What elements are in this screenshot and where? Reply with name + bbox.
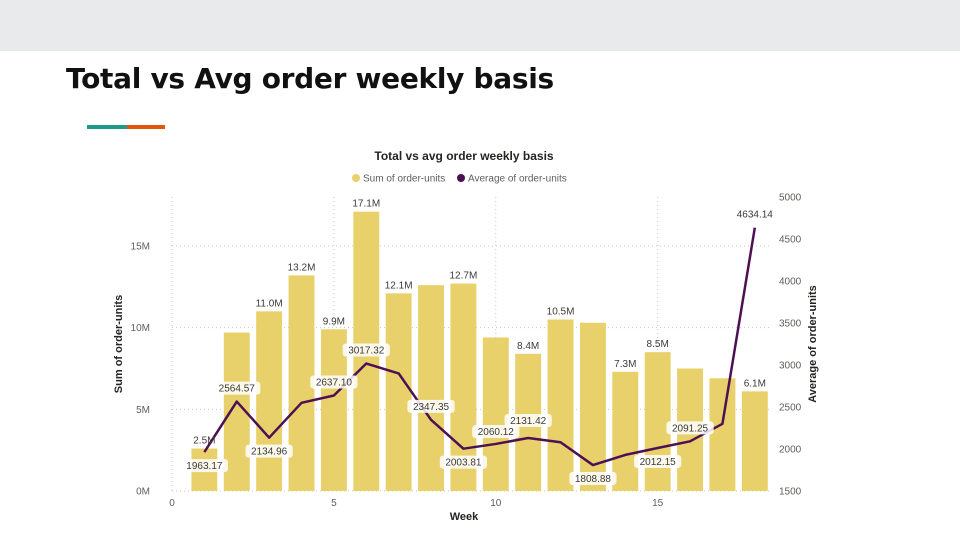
bar — [741, 391, 768, 491]
bar-data-label: 11.0M — [256, 298, 283, 309]
x-axis-title: Week — [450, 511, 479, 523]
legend-label-line: Average of order-units — [468, 174, 567, 185]
x-tick-label: 5 — [331, 498, 337, 509]
legend-swatch-line — [457, 174, 465, 182]
x-tick-label: 15 — [652, 498, 664, 509]
line-data-label: 2091.25 — [672, 423, 709, 434]
y2-tick-label: 3000 — [779, 361, 802, 372]
bar-data-label: 9.9M — [323, 316, 345, 327]
line-data-label: 1963.17 — [186, 461, 223, 472]
bar — [709, 378, 736, 491]
bar — [385, 293, 412, 491]
legend-swatch-bars — [352, 174, 360, 182]
bar-data-label: 6.1M — [744, 378, 766, 389]
line-data-label: 2012.15 — [640, 457, 677, 468]
line-data-label: 1808.88 — [575, 474, 612, 485]
line-data-label: 2564.57 — [219, 384, 256, 395]
bar-data-label: 13.2M — [288, 262, 316, 273]
y2-tick-label: 2000 — [779, 445, 802, 456]
y2-tick-label: 4500 — [779, 235, 802, 246]
y2-tick-label: 3500 — [779, 319, 802, 330]
x-tick-label: 10 — [490, 498, 502, 509]
bar-data-label: 12.1M — [385, 280, 413, 291]
y2-tick-label: 1500 — [779, 487, 802, 498]
bar-data-label: 10.5M — [547, 307, 575, 318]
line-data-label: 3017.32 — [348, 346, 385, 357]
bar-data-label: 7.3M — [614, 359, 636, 370]
bar — [644, 352, 671, 491]
y-tick-label: 5M — [136, 405, 150, 416]
y-axis-title: Sum of order-units — [113, 295, 125, 393]
legend-label-bars: Sum of order-units — [363, 174, 445, 185]
legend: Sum of order-units Average of order-unit… — [352, 174, 567, 185]
line-data-label: 2131.42 — [510, 416, 547, 427]
bar-data-label: 8.5M — [647, 339, 669, 350]
combo-chart: Total vs avg order weekly basis Sum of o… — [113, 149, 819, 523]
line-data-label: 2134.96 — [251, 447, 288, 458]
y2-tick-label: 2500 — [779, 403, 802, 414]
line-data-label: 4634.14 — [737, 210, 774, 221]
bar — [547, 319, 574, 491]
y-tick-label: 0M — [136, 487, 150, 498]
bar — [256, 311, 283, 491]
line-data-label: 2060.12 — [478, 427, 515, 438]
chart-title: Total vs avg order weekly basis — [374, 149, 554, 163]
line-data-label: 2347.35 — [413, 402, 450, 413]
y-tick-label: 10M — [131, 323, 150, 334]
y2-axis-title: Average of order-units — [807, 285, 819, 403]
bar-data-label: 2.5M — [193, 436, 215, 447]
bar — [612, 371, 639, 491]
line-data-label: 2637.10 — [316, 377, 353, 388]
line-data-label: 2003.81 — [445, 458, 482, 469]
bar-data-label: 17.1M — [352, 199, 380, 210]
bar-data-label: 12.7M — [450, 271, 478, 282]
y2-tick-label: 4000 — [779, 277, 802, 288]
bar-data-label: 8.4M — [517, 341, 539, 352]
x-tick-label: 0 — [169, 498, 175, 509]
y2-tick-label: 5000 — [779, 193, 802, 204]
bar — [482, 337, 509, 491]
y-tick-label: 15M — [131, 242, 150, 253]
